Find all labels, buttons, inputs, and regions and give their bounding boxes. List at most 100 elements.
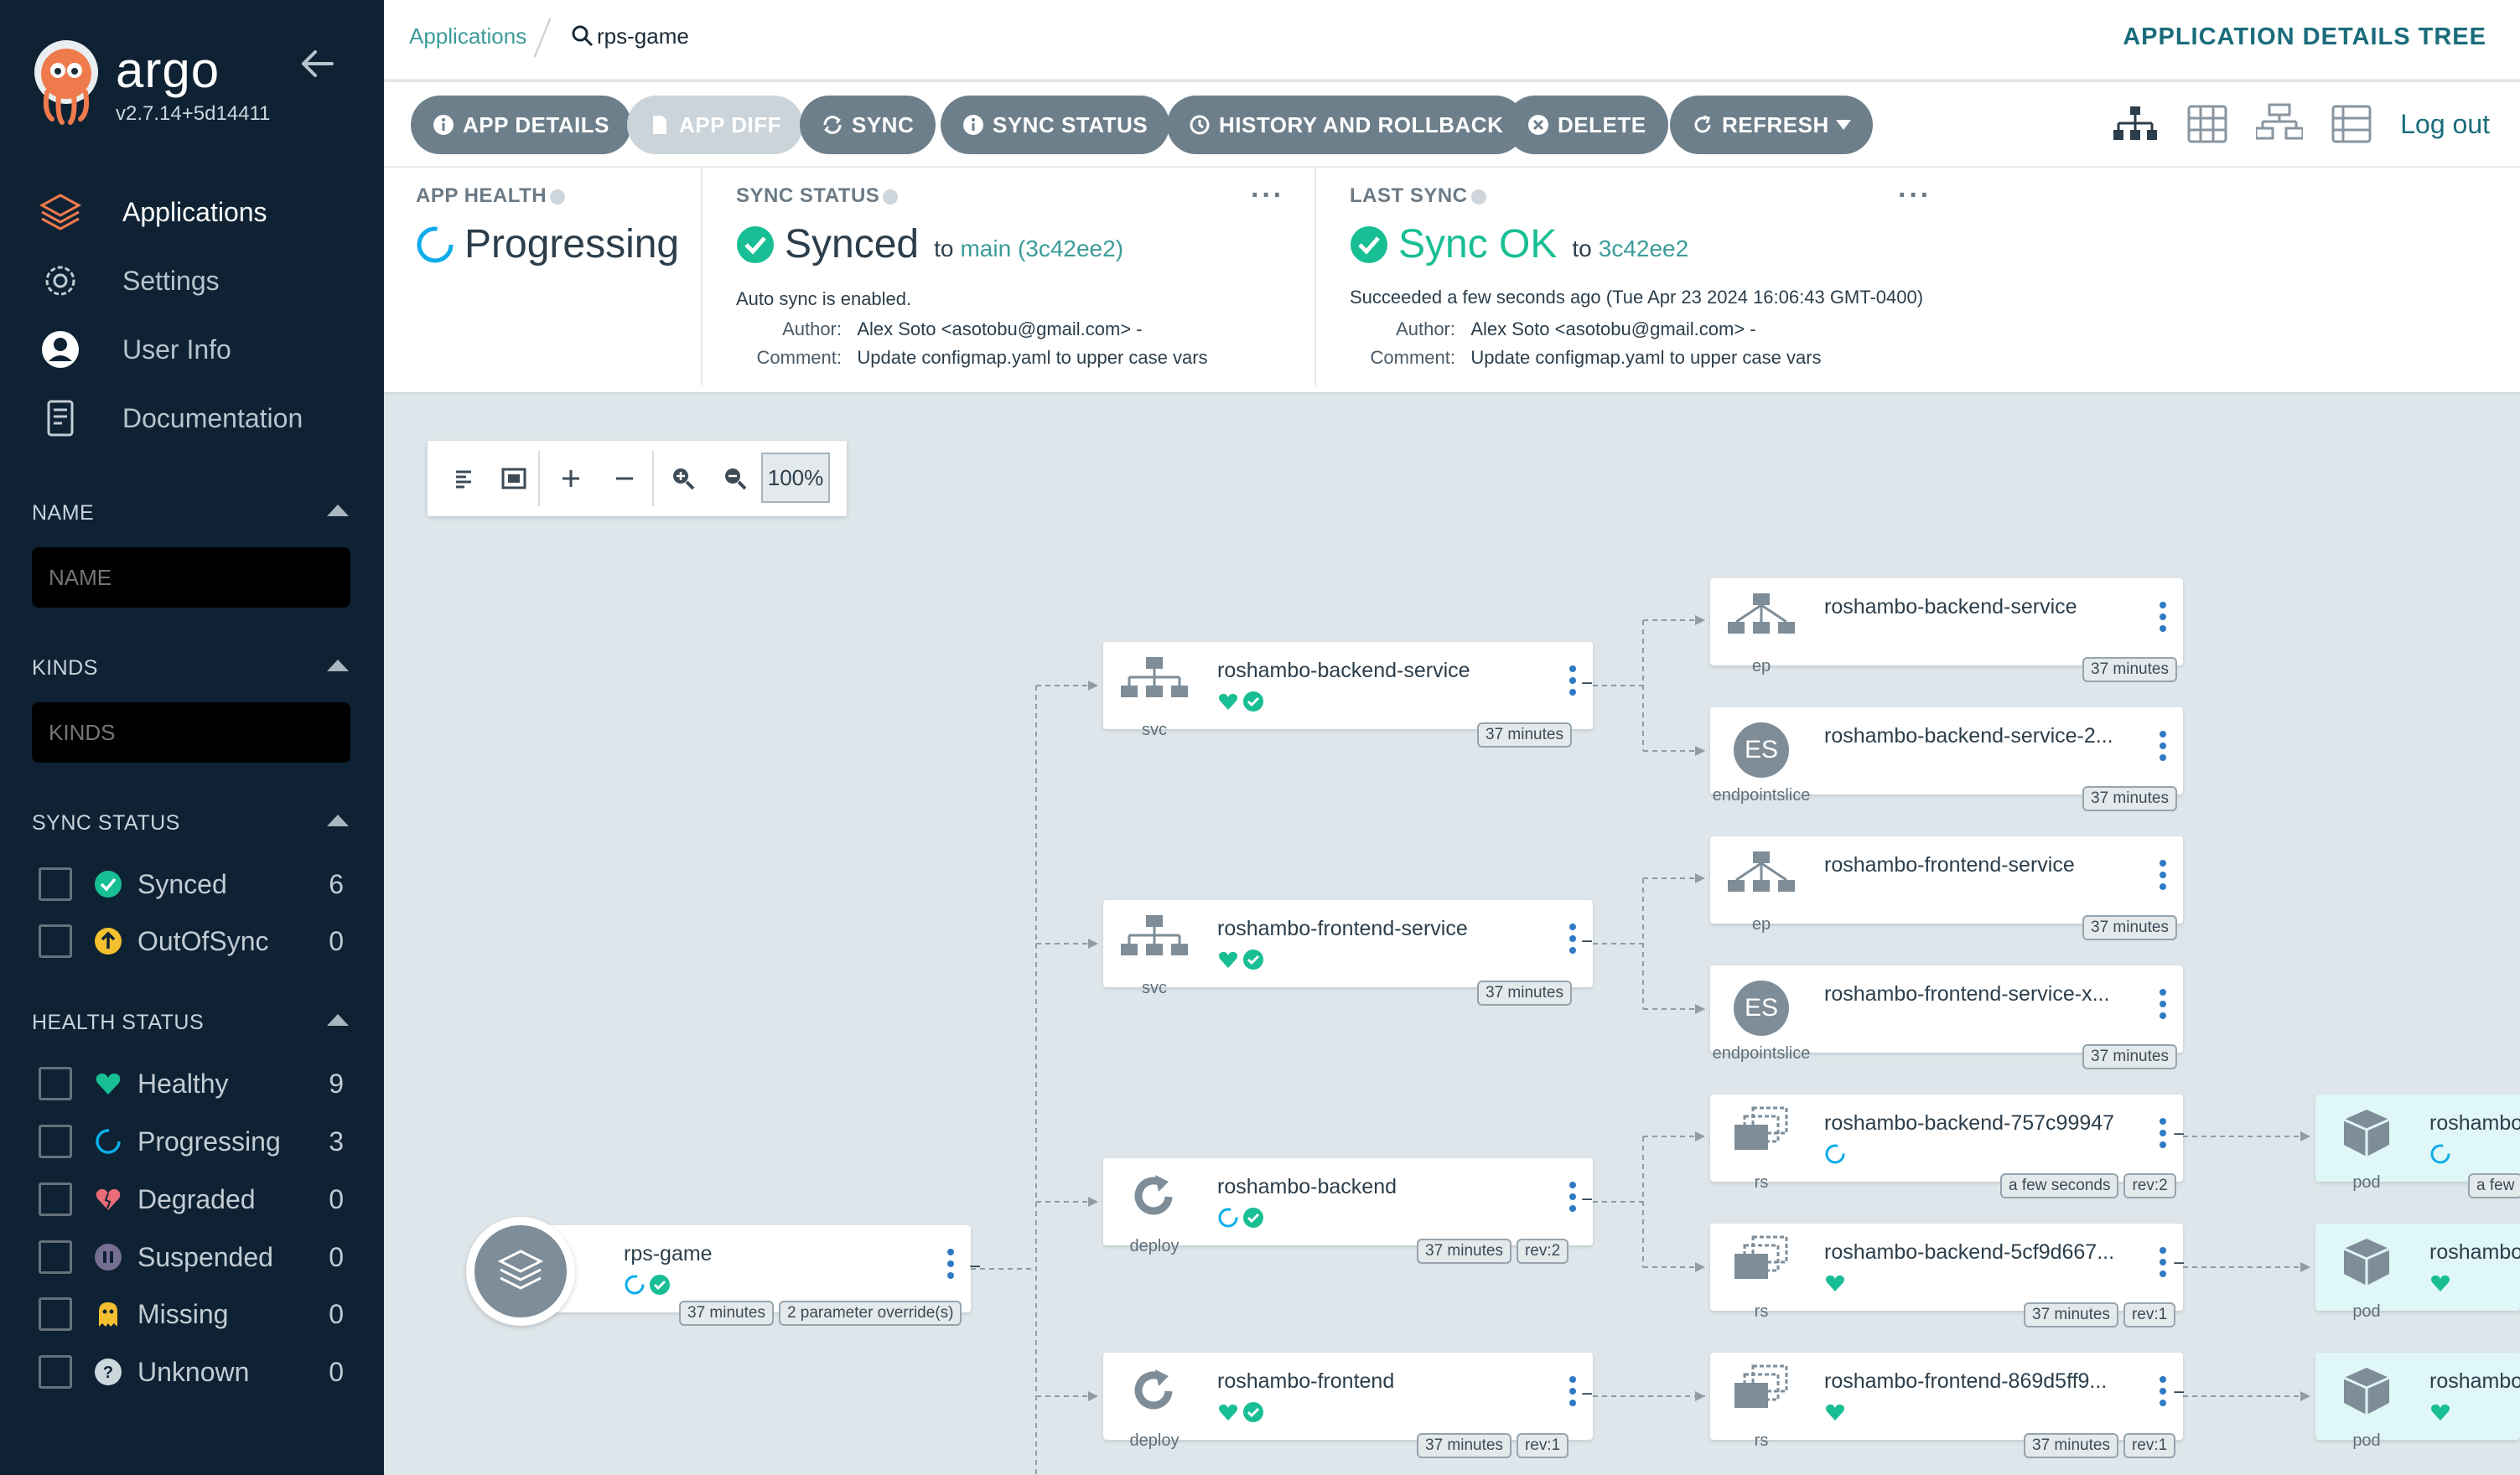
last-sync-panel[interactable]: LAST SYNC ··· Sync OK to 3c42ee2 Succeed… bbox=[1316, 168, 2071, 386]
kinds-filter-input[interactable] bbox=[32, 702, 350, 763]
collapse-toggle[interactable]: − bbox=[1581, 930, 1593, 954]
filter-outofsync[interactable]: OutOfSync 0 bbox=[39, 916, 344, 966]
more-menu-icon[interactable]: ··· bbox=[1251, 179, 1284, 212]
node-menu-icon[interactable] bbox=[2160, 731, 2168, 771]
resource-node-endpointslice[interactable]: ES endpointslice roshambo-backend-servic… bbox=[1710, 707, 2183, 805]
filter-progressing[interactable]: Progressing 3 bbox=[39, 1116, 344, 1167]
checkbox[interactable] bbox=[39, 1240, 72, 1274]
caret-down-icon bbox=[1835, 120, 1851, 130]
node-menu-icon[interactable] bbox=[1569, 1376, 1578, 1416]
panel-title: APP HEALTH bbox=[416, 184, 547, 207]
collapse-toggle[interactable]: − bbox=[2173, 1123, 2185, 1146]
help-icon[interactable] bbox=[550, 189, 566, 204]
resource-node-rs[interactable]: rs roshambo-backend-757c99947 bbox=[1710, 1095, 2183, 1192]
node-menu-icon[interactable] bbox=[2160, 860, 2168, 900]
checkbox[interactable] bbox=[39, 1067, 72, 1100]
checkbox[interactable] bbox=[39, 1125, 72, 1158]
node-menu-icon[interactable] bbox=[1569, 665, 1578, 706]
node-menu-icon[interactable] bbox=[2160, 1247, 2168, 1287]
filter-sync-status-header[interactable]: SYNC STATUS bbox=[32, 811, 349, 836]
checkbox[interactable] bbox=[39, 1183, 72, 1216]
app-details-button[interactable]: APP DETAILS bbox=[411, 96, 632, 154]
collapse-toggle[interactable]: − bbox=[2173, 1381, 2185, 1405]
more-menu-icon[interactable]: ··· bbox=[1898, 179, 1931, 212]
filter-name-header[interactable]: NAME bbox=[32, 501, 349, 525]
help-icon[interactable] bbox=[1470, 189, 1486, 204]
filter-suspended[interactable]: Suspended 0 bbox=[39, 1232, 344, 1282]
node-menu-icon[interactable] bbox=[2160, 1376, 2168, 1416]
list-view-icon[interactable] bbox=[2328, 103, 2375, 145]
resource-node-svc[interactable]: svc roshambo-backend-service bbox=[1103, 642, 1593, 739]
breadcrumb-applications-link[interactable]: Applications bbox=[409, 23, 526, 49]
resource-node-deploy[interactable]: deploy roshambo-frontend bbox=[1103, 1353, 1593, 1450]
sync-button[interactable]: SYNC bbox=[800, 96, 936, 154]
spinner-icon bbox=[1825, 1144, 1845, 1164]
history-rollback-button[interactable]: HISTORY AND ROLLBACK bbox=[1167, 96, 1526, 154]
checkbox[interactable] bbox=[39, 1297, 72, 1331]
resource-node-pod[interactable]: pod roshambo bbox=[2315, 1224, 2520, 1321]
sidebar-item-user-info[interactable]: User Info bbox=[37, 315, 303, 384]
logout-link[interactable]: Log out bbox=[2400, 109, 2490, 140]
node-kind: pod bbox=[2352, 1431, 2381, 1450]
node-menu-icon[interactable] bbox=[2160, 602, 2168, 642]
node-tags: 37 minutes bbox=[2077, 915, 2177, 940]
collapse-toggle[interactable]: − bbox=[1581, 1383, 1593, 1406]
resource-node-endpointslice[interactable]: ES endpointslice roshambo-frontend-servi… bbox=[1710, 965, 2183, 1063]
resource-node-ep[interactable]: ep roshambo-frontend-service bbox=[1710, 836, 2183, 934]
node-title: roshambo bbox=[2429, 1111, 2520, 1135]
node-menu-icon[interactable] bbox=[1569, 1182, 1578, 1222]
es-badge: ES bbox=[1734, 722, 1789, 778]
sync-revision-link[interactable]: main (3c42ee2) bbox=[960, 235, 1123, 262]
filter-synced[interactable]: Synced 6 bbox=[39, 859, 344, 909]
sync-icon bbox=[823, 116, 842, 134]
checkbox[interactable] bbox=[39, 924, 72, 958]
filter-kinds-header[interactable]: KINDS bbox=[32, 656, 349, 681]
sync-status-panel[interactable]: SYNC STATUS ··· Synced to main (3c42ee2)… bbox=[703, 168, 1316, 386]
collapse-toggle[interactable]: − bbox=[1581, 1188, 1593, 1212]
last-sync-revision-link[interactable]: 3c42ee2 bbox=[1599, 235, 1688, 262]
node-menu-icon[interactable] bbox=[947, 1249, 956, 1289]
sidebar-item-settings[interactable]: Settings bbox=[37, 246, 303, 315]
resource-node-svc[interactable]: svc roshambo-frontend-service bbox=[1103, 900, 1593, 997]
resource-node-deploy[interactable]: deploy roshambo-backend bbox=[1103, 1158, 1593, 1255]
breadcrumb-current[interactable]: rps-game bbox=[597, 23, 689, 49]
node-menu-icon[interactable] bbox=[2160, 989, 2168, 1029]
info-icon bbox=[433, 115, 454, 135]
checkbox[interactable] bbox=[39, 1355, 72, 1389]
resource-node-pod[interactable]: pod roshambo bbox=[2315, 1095, 2520, 1192]
help-icon[interactable] bbox=[883, 189, 899, 204]
filter-missing[interactable]: Missing 0 bbox=[39, 1289, 344, 1339]
tree-view-icon[interactable] bbox=[2112, 103, 2159, 145]
node-status bbox=[2429, 1143, 2455, 1165]
filter-unknown[interactable]: ? Unknown 0 bbox=[39, 1347, 344, 1397]
sync-status-value-row: Synced to main (3c42ee2) bbox=[736, 221, 1123, 267]
node-menu-icon[interactable] bbox=[1569, 924, 1578, 964]
app-diff-button[interactable]: APP DIFF bbox=[627, 96, 803, 154]
resource-node-rs[interactable]: rs roshambo-frontend-869d5ff9... bbox=[1710, 1353, 2183, 1450]
resource-node-ep[interactable]: ep roshambo-backend-service bbox=[1710, 578, 2183, 675]
collapse-toggle[interactable]: − bbox=[1581, 672, 1593, 696]
resource-node-pod[interactable]: pod roshambo bbox=[2315, 1353, 2520, 1450]
collapse-toggle[interactable]: − bbox=[2173, 1252, 2185, 1276]
node-tags: 37 minutes bbox=[2077, 657, 2177, 682]
filter-health-status-header[interactable]: HEALTH STATUS bbox=[32, 1011, 349, 1035]
name-filter-input[interactable] bbox=[32, 547, 350, 608]
filter-healthy[interactable]: Healthy 9 bbox=[39, 1058, 344, 1109]
sidebar-item-applications[interactable]: Applications bbox=[37, 178, 303, 246]
toolbar: APP DETAILS APP DIFF SYNC SYNC STATUS HI… bbox=[384, 82, 2520, 168]
arrow-left-icon[interactable] bbox=[298, 45, 335, 82]
resource-node-rs[interactable]: rs roshambo-backend-5cf9d667... bbox=[1710, 1224, 2183, 1321]
refresh-button[interactable]: REFRESH bbox=[1670, 96, 1873, 154]
network-view-icon[interactable] bbox=[2256, 103, 2304, 145]
checkbox[interactable] bbox=[39, 867, 72, 901]
node-menu-icon[interactable] bbox=[2160, 1118, 2168, 1158]
pods-grid-icon[interactable] bbox=[2184, 103, 2231, 145]
sync-status-button[interactable]: SYNC STATUS bbox=[941, 96, 1170, 154]
delete-button[interactable]: DELETE bbox=[1506, 96, 1668, 154]
node-title: roshambo-backend-service bbox=[1824, 595, 2077, 618]
app-node-rps-game[interactable]: rps-game bbox=[518, 1225, 971, 1312]
collapse-toggle[interactable]: − bbox=[969, 1255, 981, 1279]
sidebar-item-documentation[interactable]: Documentation bbox=[37, 384, 303, 453]
node-tags: 37 minutes 2 parameter override(s) bbox=[674, 1301, 962, 1326]
filter-degraded[interactable]: Degraded 0 bbox=[39, 1174, 344, 1224]
